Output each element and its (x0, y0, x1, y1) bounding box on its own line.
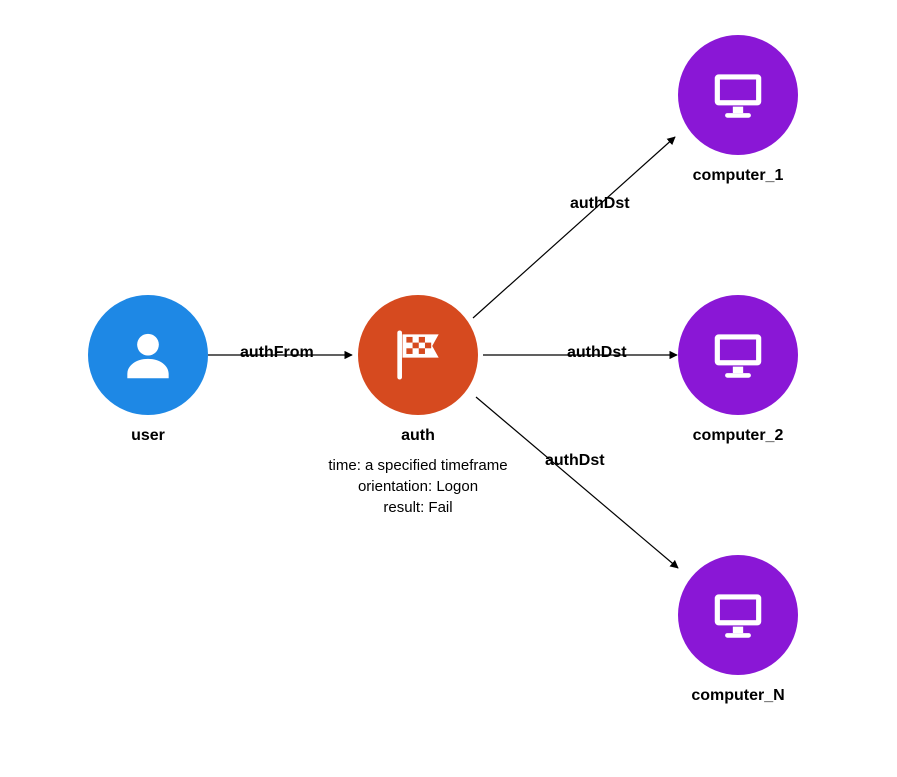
auth-meta: time: a specified timeframe orientation:… (288, 455, 548, 518)
auth-meta-orientation: orientation: Logon (288, 476, 548, 497)
flag-icon (387, 324, 449, 386)
monitor-icon (707, 324, 769, 386)
monitor-icon (707, 64, 769, 126)
user-circle (88, 295, 208, 415)
edge-label-authdst-n: authDst (545, 452, 605, 470)
node-auth: auth (358, 295, 478, 445)
computer-2-label: computer_2 (693, 427, 784, 445)
auth-label: auth (401, 427, 435, 445)
computer-1-circle (678, 35, 798, 155)
computer-1-label: computer_1 (693, 167, 784, 185)
auth-circle (358, 295, 478, 415)
computer-n-label: computer_N (691, 687, 784, 705)
person-icon (117, 324, 179, 386)
edge-label-authdst-2: authDst (567, 344, 627, 362)
node-computer-2: computer_2 (678, 295, 798, 445)
node-computer-n: computer_N (678, 555, 798, 705)
edge-label-authfrom: authFrom (240, 344, 314, 362)
auth-meta-result: result: Fail (288, 497, 548, 518)
computer-2-circle (678, 295, 798, 415)
edge-auth-computer1 (473, 137, 675, 318)
edge-label-authdst-1: authDst (570, 195, 630, 213)
user-label: user (131, 427, 165, 445)
node-computer-1: computer_1 (678, 35, 798, 185)
node-user: user (88, 295, 208, 445)
computer-n-circle (678, 555, 798, 675)
monitor-icon (707, 584, 769, 646)
auth-meta-time: time: a specified timeframe (288, 455, 548, 476)
